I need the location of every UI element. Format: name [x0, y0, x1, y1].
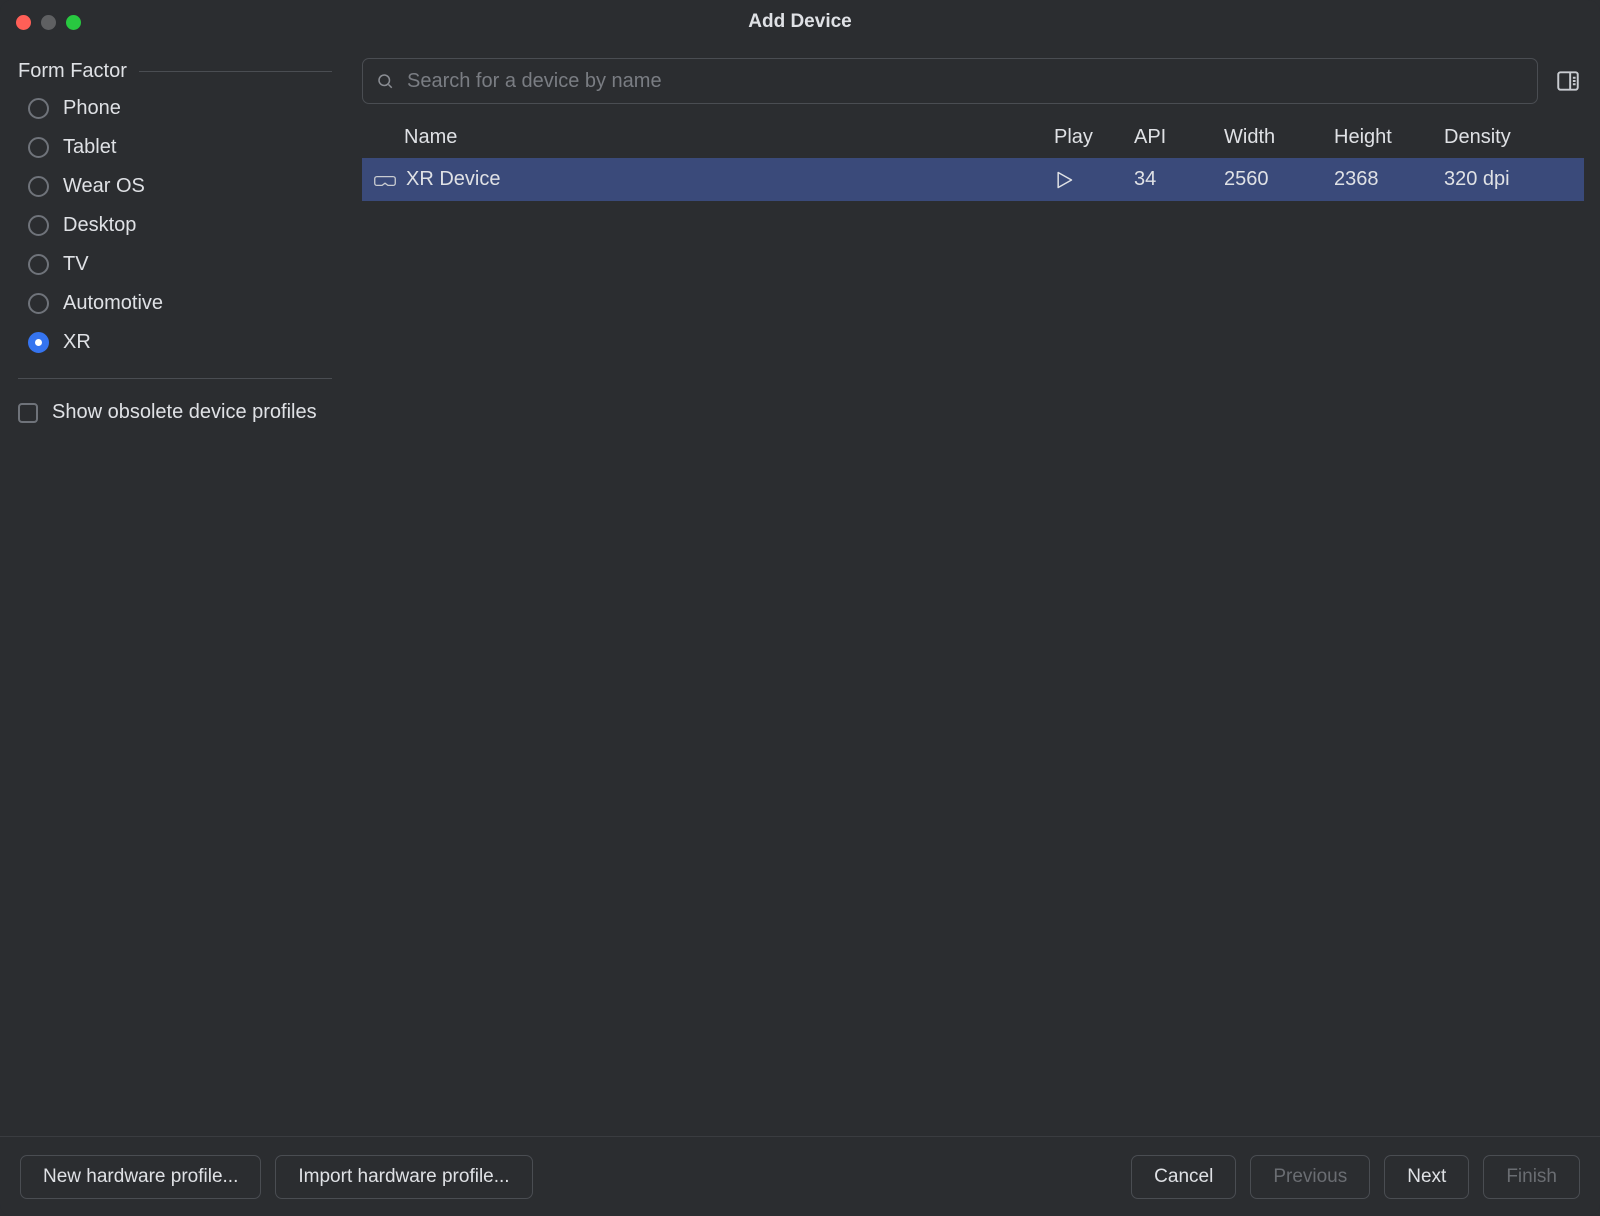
divider [18, 378, 332, 379]
previous-button[interactable]: Previous [1250, 1155, 1370, 1199]
radio-icon [28, 176, 49, 197]
finish-button[interactable]: Finish [1483, 1155, 1580, 1199]
option-label: Wear OS [63, 175, 145, 198]
col-header-density[interactable]: Density [1444, 126, 1584, 149]
form-factor-option-tablet[interactable]: Tablet [28, 136, 332, 159]
option-label: Automotive [63, 292, 163, 315]
form-factor-option-phone[interactable]: Phone [28, 97, 332, 120]
search-field-wrap [362, 58, 1538, 104]
search-input[interactable] [362, 58, 1538, 104]
sidebar: Form Factor Phone Tablet Wear OS [0, 44, 350, 1136]
cancel-button[interactable]: Cancel [1131, 1155, 1236, 1199]
form-factor-heading: Form Factor [18, 60, 332, 83]
toggle-details-icon[interactable] [1552, 65, 1584, 97]
form-factor-option-xr[interactable]: XR [28, 331, 332, 354]
footer-left: New hardware profile... Import hardware … [20, 1155, 533, 1199]
form-factor-label: Form Factor [18, 60, 127, 83]
radio-icon [28, 98, 49, 119]
radio-icon [28, 293, 49, 314]
col-header-name[interactable]: Name [362, 126, 1054, 149]
footer-right: Cancel Previous Next Finish [1131, 1155, 1580, 1199]
cell-density: 320 dpi [1444, 168, 1584, 191]
device-table: Name Play API Width Height Density [350, 116, 1584, 1136]
form-factor-option-automotive[interactable]: Automotive [28, 292, 332, 315]
xr-device-icon [374, 172, 396, 188]
checkbox-label: Show obsolete device profiles [52, 399, 317, 426]
dialog-footer: New hardware profile... Import hardware … [0, 1136, 1600, 1216]
form-factor-option-tv[interactable]: TV [28, 253, 332, 276]
new-hardware-profile-button[interactable]: New hardware profile... [20, 1155, 261, 1199]
col-header-height[interactable]: Height [1334, 126, 1444, 149]
device-name: XR Device [406, 168, 500, 191]
cell-width: 2560 [1224, 168, 1334, 191]
form-factor-option-desktop[interactable]: Desktop [28, 214, 332, 237]
cell-api: 34 [1134, 168, 1224, 191]
option-label: XR [63, 331, 91, 354]
table-row[interactable]: XR Device 34 2560 2368 320 dpi [362, 158, 1584, 201]
radio-icon [28, 254, 49, 275]
play-store-icon [1054, 170, 1074, 190]
radio-icon [28, 137, 49, 158]
form-factor-option-wear-os[interactable]: Wear OS [28, 175, 332, 198]
option-label: Desktop [63, 214, 136, 237]
titlebar: Add Device [0, 0, 1600, 44]
window-title: Add Device [0, 11, 1600, 33]
window-controls [16, 15, 81, 30]
maximize-icon[interactable] [66, 15, 81, 30]
option-label: TV [63, 253, 89, 276]
dialog-window: Add Device Form Factor Phone Tablet Wear [0, 0, 1600, 1216]
dialog-body: Form Factor Phone Tablet Wear OS [0, 44, 1600, 1136]
option-label: Phone [63, 97, 121, 120]
show-obsolete-checkbox[interactable]: Show obsolete device profiles [18, 399, 332, 426]
divider [139, 71, 332, 72]
search-icon [376, 72, 394, 90]
radio-icon [28, 332, 49, 353]
form-factor-radio-group: Phone Tablet Wear OS Desktop TV [18, 97, 332, 354]
radio-icon [28, 215, 49, 236]
close-icon[interactable] [16, 15, 31, 30]
checkbox-icon [18, 403, 38, 423]
minimize-icon[interactable] [41, 15, 56, 30]
import-hardware-profile-button[interactable]: Import hardware profile... [275, 1155, 532, 1199]
cell-height: 2368 [1334, 168, 1444, 191]
main-panel: Name Play API Width Height Density [350, 44, 1600, 1136]
option-label: Tablet [63, 136, 116, 159]
col-header-play[interactable]: Play [1054, 126, 1134, 149]
col-header-api[interactable]: API [1134, 126, 1224, 149]
col-header-width[interactable]: Width [1224, 126, 1334, 149]
next-button[interactable]: Next [1384, 1155, 1469, 1199]
search-row [350, 58, 1584, 104]
table-header: Name Play API Width Height Density [362, 116, 1584, 158]
